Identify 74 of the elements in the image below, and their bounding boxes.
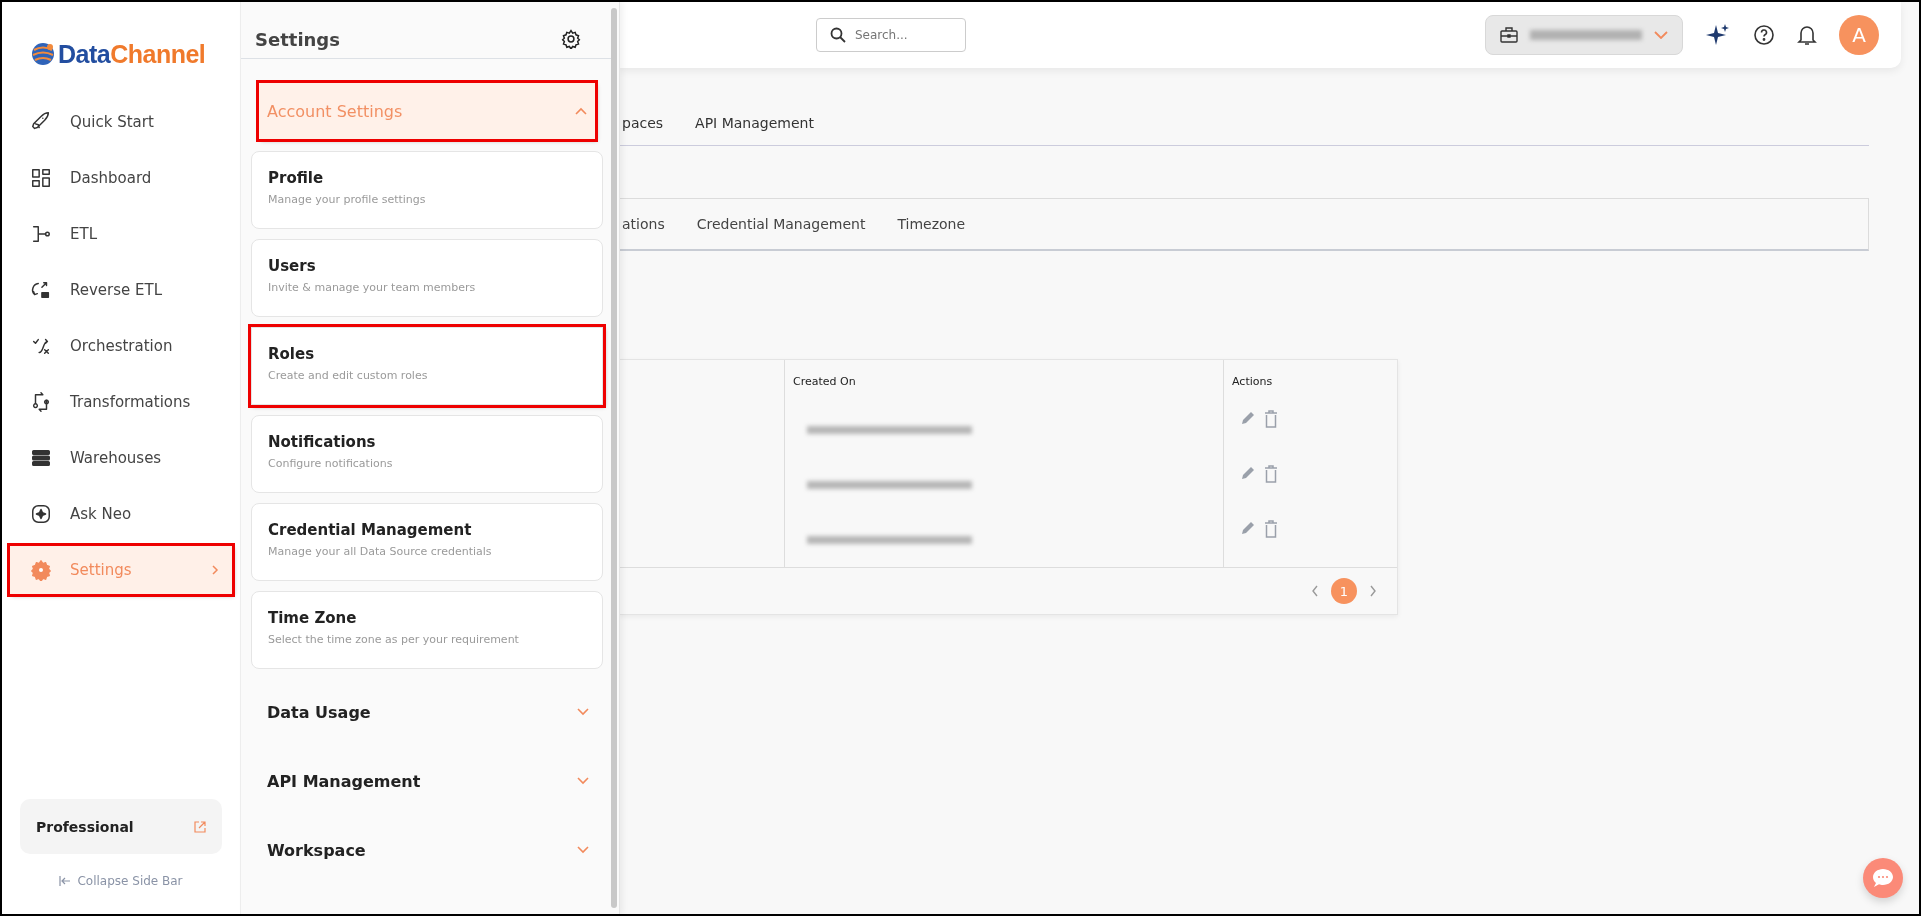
bell-icon[interactable] xyxy=(1797,24,1817,46)
trash-icon[interactable] xyxy=(1264,465,1278,483)
accordion-header[interactable]: API Management xyxy=(251,752,603,810)
edit-icon[interactable] xyxy=(1240,520,1256,536)
caret-icon xyxy=(1654,31,1668,39)
settings-icon xyxy=(30,559,52,581)
search-field[interactable]: Search... xyxy=(816,18,966,52)
card-description: Select the time zone as per your requirement xyxy=(268,633,520,646)
chevron-icon xyxy=(577,846,589,854)
sidebar-item[interactable]: Transformations xyxy=(10,378,232,426)
chevron-icon xyxy=(210,565,220,575)
sidebar-item[interactable]: ETL xyxy=(10,210,232,258)
trash-icon[interactable] xyxy=(1264,410,1278,428)
plan-name: Professional xyxy=(36,818,134,835)
column-header: Created On xyxy=(793,374,856,388)
settings-card[interactable]: Credential Management Manage your all Data Source credentials xyxy=(251,503,603,581)
brand-name: DataChannel xyxy=(58,39,206,69)
stack-icon xyxy=(30,447,52,469)
accordion-header[interactable]: Workspace xyxy=(251,821,603,879)
tab[interactable]: Timezone xyxy=(897,216,966,232)
settings-card[interactable]: Time Zone Select the time zone as per your requirement xyxy=(251,591,603,669)
chevron-icon xyxy=(577,777,589,785)
settings-card[interactable]: Profile Manage your profile settings xyxy=(251,151,603,229)
plan-card[interactable]: Professional xyxy=(20,799,222,854)
card-title: Time Zone xyxy=(268,609,358,627)
search-icon xyxy=(830,27,846,43)
collapse-icon xyxy=(59,876,72,886)
previous-page-icon[interactable] xyxy=(1311,585,1319,597)
dashboard-icon xyxy=(30,167,52,189)
edit-icon[interactable] xyxy=(1240,465,1256,481)
workspace-dropdown[interactable] xyxy=(1485,15,1683,55)
card-title: Profile xyxy=(268,169,325,187)
next-page-icon[interactable] xyxy=(1369,585,1377,597)
chat-button[interactable] xyxy=(1863,858,1903,898)
sidebar-item[interactable]: Dashboard xyxy=(10,154,232,202)
panel-title: Settings xyxy=(255,28,340,50)
sparkle-icon xyxy=(30,503,52,525)
sidebar-item[interactable]: Quick Start xyxy=(10,98,232,146)
chat-icon xyxy=(1872,868,1894,888)
help-icon[interactable] xyxy=(1753,24,1775,46)
card-description: Create and edit custom roles xyxy=(268,369,429,382)
scrollbar[interactable] xyxy=(611,8,617,908)
card-title: Credential Management xyxy=(268,521,473,539)
card-title: Roles xyxy=(268,345,316,363)
card-description: Configure notifications xyxy=(268,457,394,470)
sync-icon xyxy=(30,279,52,301)
settings-icon[interactable] xyxy=(561,29,581,49)
edit-icon[interactable] xyxy=(1240,410,1256,426)
chevron-icon xyxy=(575,107,587,115)
tab[interactable]: ations xyxy=(622,216,665,232)
sidebar-item[interactable]: Warehouses xyxy=(10,434,232,482)
sidebar-item[interactable]: Orchestration xyxy=(10,322,232,370)
chevron-icon xyxy=(577,708,589,716)
column-header: Actions xyxy=(1232,374,1273,388)
branch-icon xyxy=(30,223,52,245)
tab[interactable]: paces xyxy=(622,101,664,145)
settings-card[interactable]: Notifications Configure notifications xyxy=(251,415,603,493)
card-description: Manage your profile settings xyxy=(268,193,427,206)
card-description: Manage your all Data Source credentials xyxy=(268,545,493,558)
external-link-icon xyxy=(194,820,206,833)
trash-icon[interactable] xyxy=(1264,520,1278,538)
accordion-header[interactable]: Data Usage xyxy=(251,683,603,741)
settings-card[interactable]: Users Invite & manage your team members xyxy=(251,239,603,317)
card-title: Notifications xyxy=(268,433,377,451)
sidebar-item[interactable]: Reverse ETL xyxy=(10,266,232,314)
flow-icon xyxy=(30,391,52,413)
sidebar-item[interactable]: Ask Neo xyxy=(10,490,232,538)
briefcase-icon xyxy=(1500,27,1518,43)
card-description: Invite & manage your team members xyxy=(268,281,477,294)
card-title: Users xyxy=(268,257,317,275)
tab[interactable]: Credential Management xyxy=(696,216,866,232)
tab[interactable]: API Management xyxy=(695,101,814,145)
settings-card[interactable]: Roles Create and edit custom roles xyxy=(251,327,603,405)
globe-logo-icon xyxy=(30,41,56,67)
